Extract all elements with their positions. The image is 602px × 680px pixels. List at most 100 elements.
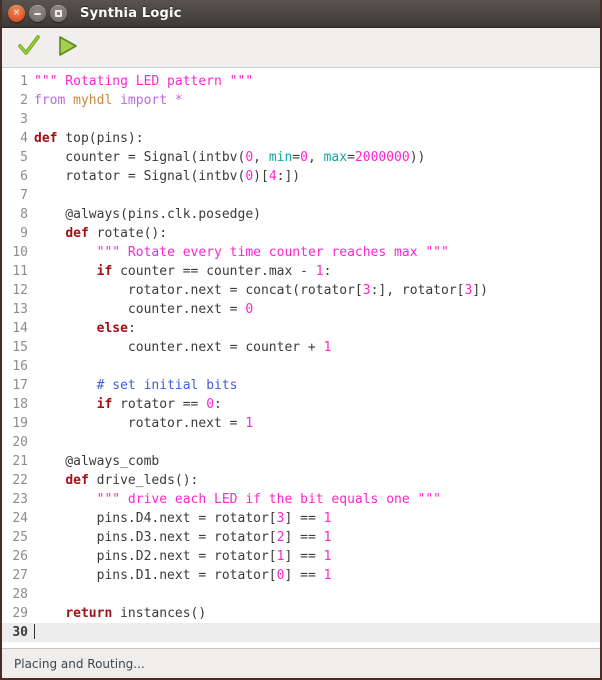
code-text [34,623,600,642]
code-text: else: [96,321,136,336]
line-number: 21 [12,454,28,469]
line-number: 20 [12,435,28,450]
code-text: # set initial bits [96,378,238,393]
code-editor[interactable]: 1 """ Rotating LED pattern """ 2 from myhdl… [2,68,600,648]
code-text: rotator = Signal(intbv(0)[4:]) [34,169,301,184]
close-icon: × [12,8,21,18]
code-text: pins.D4.next = rotator[3] == 1 [34,511,332,526]
line-number: 10 [12,245,28,260]
code-text: pins.D1.next = rotator[0] == 1 [34,568,332,583]
code-line[interactable]: 28 [2,585,600,604]
code-line[interactable]: 10 """ Rotate every time counter reaches… [2,243,600,262]
play-icon [54,33,80,62]
code-line[interactable]: 7 [2,186,600,205]
code-line[interactable]: 21 @always_comb [2,452,600,471]
code-line[interactable]: 27 pins.D1.next = rotator[0] == 1 [2,566,600,585]
check-icon [16,33,42,62]
code-line[interactable]: 26 pins.D2.next = rotator[1] == 1 [2,547,600,566]
code-line[interactable]: 22 def drive_leds(): [2,471,600,490]
code-text: counter = Signal(intbv(0, min=0, max=200… [34,150,426,165]
line-number: 3 [20,112,28,127]
code-text: from myhdl import * [34,93,183,108]
code-text: if counter == counter.max - 1: [96,264,332,279]
line-number: 12 [12,283,28,298]
line-number: 13 [12,302,28,317]
code-line[interactable]: 14 else: [2,319,600,338]
code-text: pins.D3.next = rotator[2] == 1 [34,530,332,545]
line-number: 14 [12,321,28,336]
code-line[interactable]: 16 [2,357,600,376]
line-number: 4 [20,131,28,146]
line-number: 9 [20,226,28,241]
code-line[interactable]: 4 def top(pins): [2,129,600,148]
close-window-button[interactable]: × [8,5,25,22]
application-window: × Synthia Logic 1 """ Rotating LED patte… [0,0,602,680]
maximize-icon [50,5,67,22]
code-line[interactable]: 11 if counter == counter.max - 1: [2,262,600,281]
code-text: if rotator == 0: [96,397,222,412]
code-line[interactable]: 15 counter.next = counter + 1 [2,338,600,357]
code-line[interactable]: 20 [2,433,600,452]
code-text: def top(pins): [34,131,144,146]
code-line[interactable]: 18 if rotator == 0: [2,395,600,414]
code-line[interactable]: 12 rotator.next = concat(rotator[3:], ro… [2,281,600,300]
code-text: counter.next = counter + 1 [34,340,332,355]
line-number: 6 [20,169,28,184]
code-line[interactable]: 17 # set initial bits [2,376,600,395]
line-number: 19 [12,416,28,431]
code-line[interactable]: 29 return instances() [2,604,600,623]
line-number: 22 [12,473,28,488]
code-line[interactable]: 6 rotator = Signal(intbv(0)[4:]) [2,167,600,186]
line-number: 23 [12,492,28,507]
code-line[interactable]: 23 """ drive each LED if the bit equals … [2,490,600,509]
code-line[interactable]: 9 def rotate(): [2,224,600,243]
line-number: 15 [12,340,28,355]
code-text: counter.next = 0 [34,302,254,317]
code-line[interactable]: 19 rotator.next = 1 [2,414,600,433]
status-bar: Placing and Routing... [2,648,600,678]
code-text: """ Rotating LED pattern """ [34,74,254,89]
minimize-icon [29,5,46,22]
code-line[interactable]: 13 counter.next = 0 [2,300,600,319]
line-number: 27 [12,568,28,583]
minimize-window-button[interactable] [29,5,46,22]
code-text: @always(pins.clk.posedge) [34,207,261,222]
line-number: 11 [12,264,28,279]
code-line[interactable]: 1 """ Rotating LED pattern """ [2,72,600,91]
code-text: rotator.next = 1 [34,416,254,431]
line-number: 16 [12,359,28,374]
code-text: """ Rotate every time counter reaches ma… [96,245,449,260]
line-number: 28 [12,587,28,602]
code-line[interactable]: 30 [2,623,600,642]
code-line[interactable]: 3 [2,110,600,129]
line-number: 1 [20,74,28,89]
code-text: def rotate(): [65,226,168,241]
window-title: Synthia Logic [80,6,182,21]
line-number: 8 [20,207,28,222]
code-line[interactable]: 2 from myhdl import * [2,91,600,110]
line-number: 5 [20,150,28,165]
code-text: @always_comb [34,454,160,469]
code-text: """ drive each LED if the bit equals one… [96,492,441,507]
line-number: 18 [12,397,28,412]
code-line[interactable]: 24 pins.D4.next = rotator[3] == 1 [2,509,600,528]
line-number: 2 [20,93,28,108]
code-line[interactable]: 5 counter = Signal(intbv(0, min=0, max=2… [2,148,600,167]
check-button[interactable] [10,31,48,65]
maximize-window-button[interactable] [50,5,67,22]
code-line[interactable]: 25 pins.D3.next = rotator[2] == 1 [2,528,600,547]
code-line[interactable]: 8 @always(pins.clk.posedge) [2,205,600,224]
line-number: 29 [12,606,28,621]
run-button[interactable] [48,31,86,65]
status-message: Placing and Routing... [14,656,145,671]
line-number: 24 [12,511,28,526]
line-number: 17 [12,378,28,393]
line-number: 7 [20,188,28,203]
code-text: return instances() [65,606,207,621]
code-text: pins.D2.next = rotator[1] == 1 [34,549,332,564]
